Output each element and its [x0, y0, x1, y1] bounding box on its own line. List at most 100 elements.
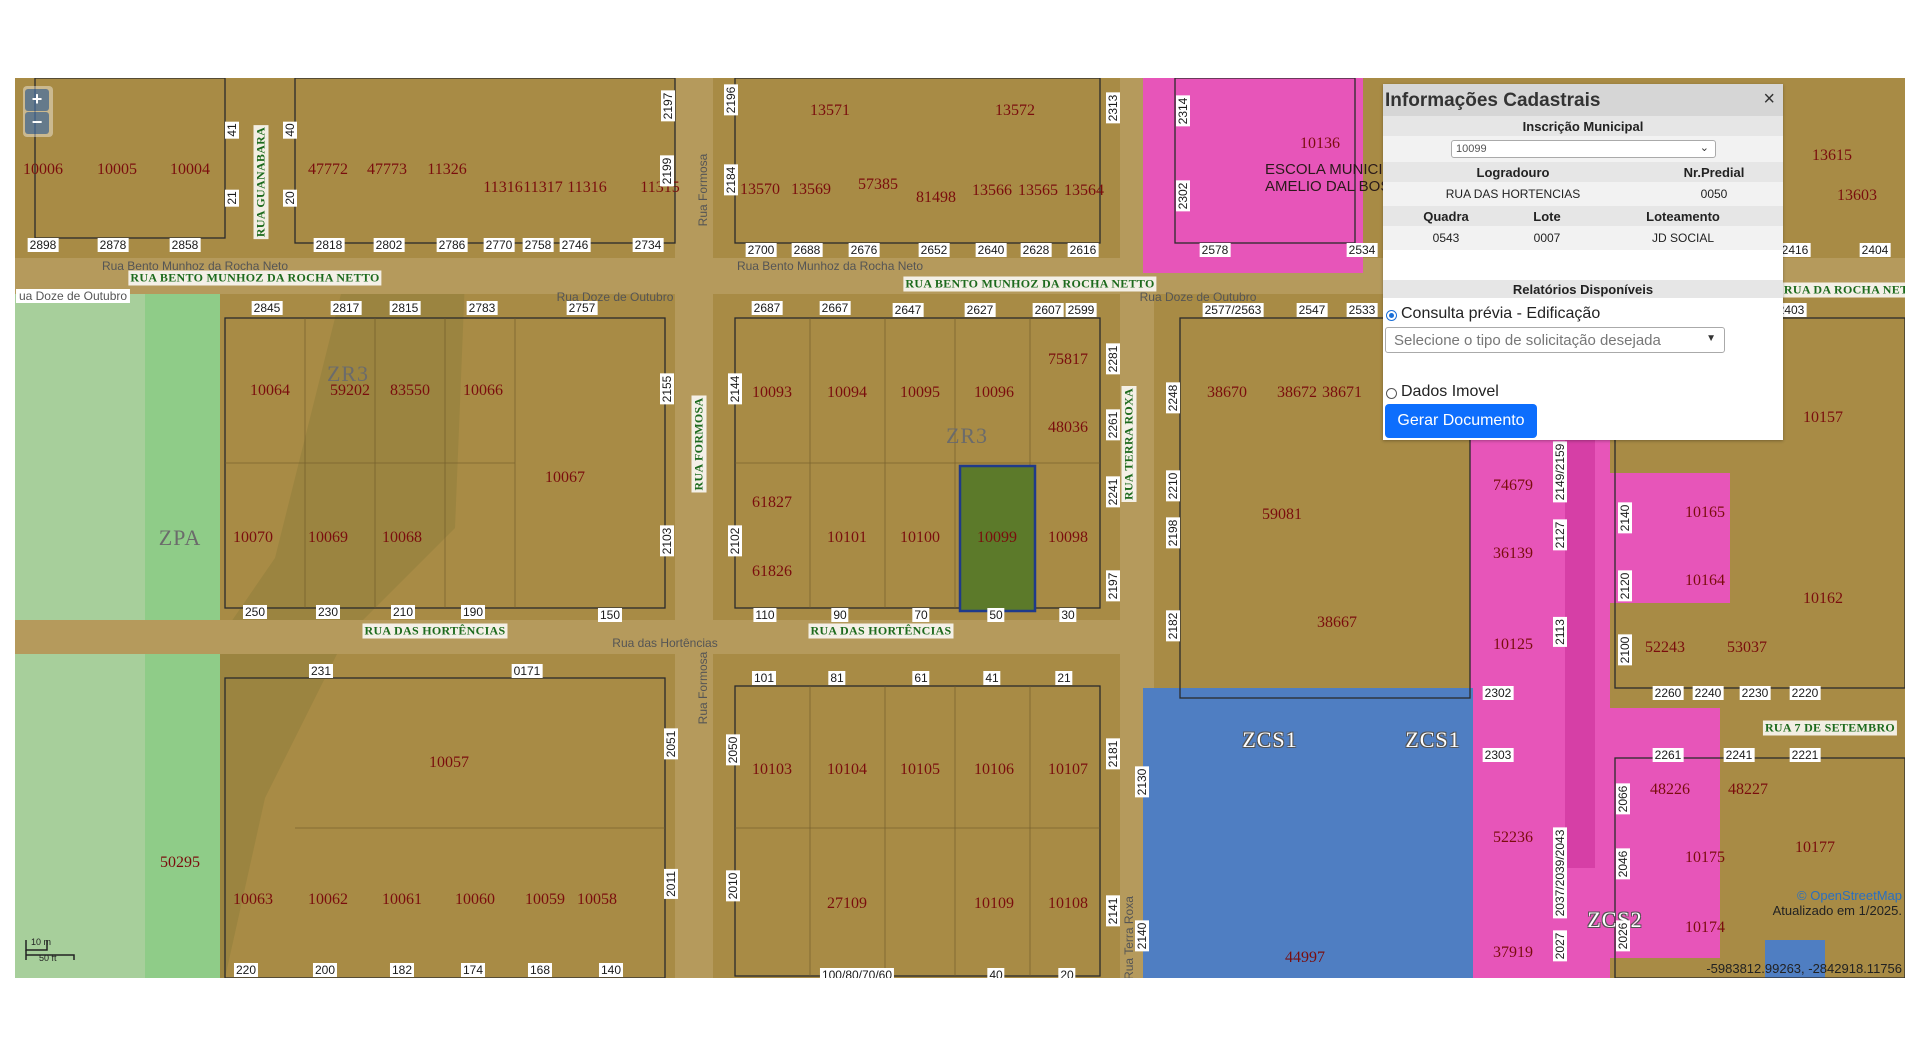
house-number: 2688 [791, 243, 823, 257]
house-number: 2102 [728, 525, 742, 557]
house-number: 2404 [1859, 243, 1891, 257]
parcel-label: 13569 [791, 181, 831, 198]
parcel-label: 10093 [752, 384, 792, 401]
parcel-label: 10100 [900, 529, 940, 546]
osm-street-name: Rua Terra Roxa [1122, 896, 1136, 978]
house-number: 2687 [751, 301, 783, 315]
parcel-label: 10107 [1048, 761, 1088, 778]
house-number: 2640 [975, 243, 1007, 257]
house-number: 150 [597, 608, 623, 622]
parcel-label: 75817 [1048, 351, 1088, 368]
close-icon[interactable]: × [1763, 88, 1775, 111]
predial-value: 0050 [1700, 187, 1728, 201]
house-number: 2181 [1106, 738, 1120, 770]
consulta-label[interactable]: Consulta prévia - Edificação [1401, 305, 1600, 323]
parcel-label: 10174 [1685, 919, 1725, 936]
house-number: 2140 [1135, 920, 1149, 952]
inscricao-select[interactable]: 10099 ⌄ [1451, 140, 1716, 158]
parcel-label: 10005 [97, 161, 137, 178]
solicitacao-select[interactable]: Selecione o tipo de solicitação desejada… [1385, 327, 1725, 353]
house-number: 231 [308, 664, 334, 678]
parcel-label: 13570 [740, 181, 780, 198]
house-number: 2607 [1032, 303, 1064, 317]
house-number: 2103 [660, 525, 674, 557]
house-number: 2120 [1618, 570, 1632, 602]
parcel-label: 10165 [1685, 504, 1725, 521]
info-panel: Informações Cadastrais × Inscrição Munic… [1383, 84, 1783, 440]
house-number: 2241 [1723, 748, 1755, 762]
dados-imovel-label[interactable]: Dados Imovel [1401, 383, 1499, 401]
parcel-label: 37919 [1493, 944, 1533, 961]
panel-header: Informações Cadastrais × [1383, 84, 1783, 116]
house-number: 2066 [1616, 783, 1630, 815]
house-number: 2027 [1553, 930, 1567, 962]
house-number: 250 [242, 605, 268, 619]
gerar-documento-button[interactable]: Gerar Documento [1385, 404, 1537, 438]
house-number: 2815 [389, 301, 421, 315]
parcel-label: 13615 [1812, 147, 1852, 164]
zoom-in-button[interactable]: + [25, 89, 49, 111]
house-number: 2248 [1166, 382, 1180, 414]
house-number: 81 [828, 671, 846, 685]
parcel-label: 10104 [827, 761, 867, 778]
logradouro-row: RUA DAS HORTENCIAS 0050 [1383, 182, 1783, 206]
parcel-label: 10108 [1048, 895, 1088, 912]
house-number: 230 [315, 605, 341, 619]
street-label: RUA FORMOSA [691, 395, 707, 493]
parcel-label: 48227 [1728, 781, 1768, 798]
street-label: RUA DAS HORTÊNCIAS [808, 623, 954, 639]
house-number: 41 [225, 121, 239, 139]
inscricao-row: 10099 ⌄ [1383, 136, 1783, 162]
house-number: 210 [390, 605, 416, 619]
osm-attribution-link[interactable]: © OpenStreetMap [1773, 888, 1902, 903]
house-number: 2241 [1106, 476, 1120, 508]
house-number: 2746 [559, 238, 591, 252]
dados-imovel-radio[interactable] [1386, 388, 1397, 399]
house-number: 2817 [330, 301, 362, 315]
house-number: 2141 [1106, 895, 1120, 927]
house-number: 110 [753, 608, 777, 622]
house-number: 61 [912, 671, 930, 685]
house-number: 30 [1059, 608, 1077, 622]
osm-street-name: Rua Bento Munhoz da Rocha Neto [101, 259, 289, 273]
house-number: 2818 [313, 238, 345, 252]
zone-label: ZCS1 [1242, 727, 1298, 752]
house-number: 190 [460, 605, 486, 619]
house-number: 2313 [1106, 92, 1120, 124]
zone-label: ZR3 [945, 423, 989, 448]
house-number: 21 [225, 189, 239, 207]
house-number: 0171 [511, 664, 543, 678]
house-number: 2184 [724, 164, 738, 196]
parcel-label: 10069 [308, 529, 348, 546]
parcel-label: 10125 [1493, 636, 1533, 653]
parcel-label: 38671 [1322, 384, 1362, 401]
house-number: 101 [751, 671, 777, 685]
relatorios-label: Relatórios Disponíveis [1512, 282, 1654, 297]
parcel-label: 10175 [1685, 849, 1725, 866]
parcel-label: 10164 [1685, 572, 1725, 589]
consulta-radio[interactable] [1386, 310, 1397, 321]
parcel-label: 44997 [1285, 949, 1325, 966]
parcel-label: 10058 [577, 891, 617, 908]
parcel-label: 10095 [900, 384, 940, 401]
parcel-label: 10070 [233, 529, 273, 546]
house-number: 2314 [1176, 95, 1190, 127]
parcel-label: 11317 [523, 179, 563, 196]
house-number: 2858 [169, 238, 201, 252]
parcel-label: 10061 [382, 891, 422, 908]
parcel-label: 10105 [900, 761, 940, 778]
parcel-label: 38670 [1207, 384, 1247, 401]
parcel-label: 38667 [1317, 614, 1357, 631]
zoom-out-button[interactable]: − [25, 112, 49, 134]
house-number: 2149/2159 [1553, 441, 1567, 503]
house-number: 2647 [892, 303, 924, 317]
house-number: 2155 [660, 373, 674, 405]
house-number: 2416 [1779, 243, 1811, 257]
scale-bar: 10 m 50 ft [25, 937, 75, 963]
parcel-label: 13566 [972, 182, 1012, 199]
house-number: 2011 [664, 869, 678, 899]
house-number: 200 [312, 963, 338, 977]
house-number: 2230 [1739, 686, 1771, 700]
parcel-label: 10177 [1795, 839, 1835, 856]
parcel-label: 13572 [995, 102, 1035, 119]
